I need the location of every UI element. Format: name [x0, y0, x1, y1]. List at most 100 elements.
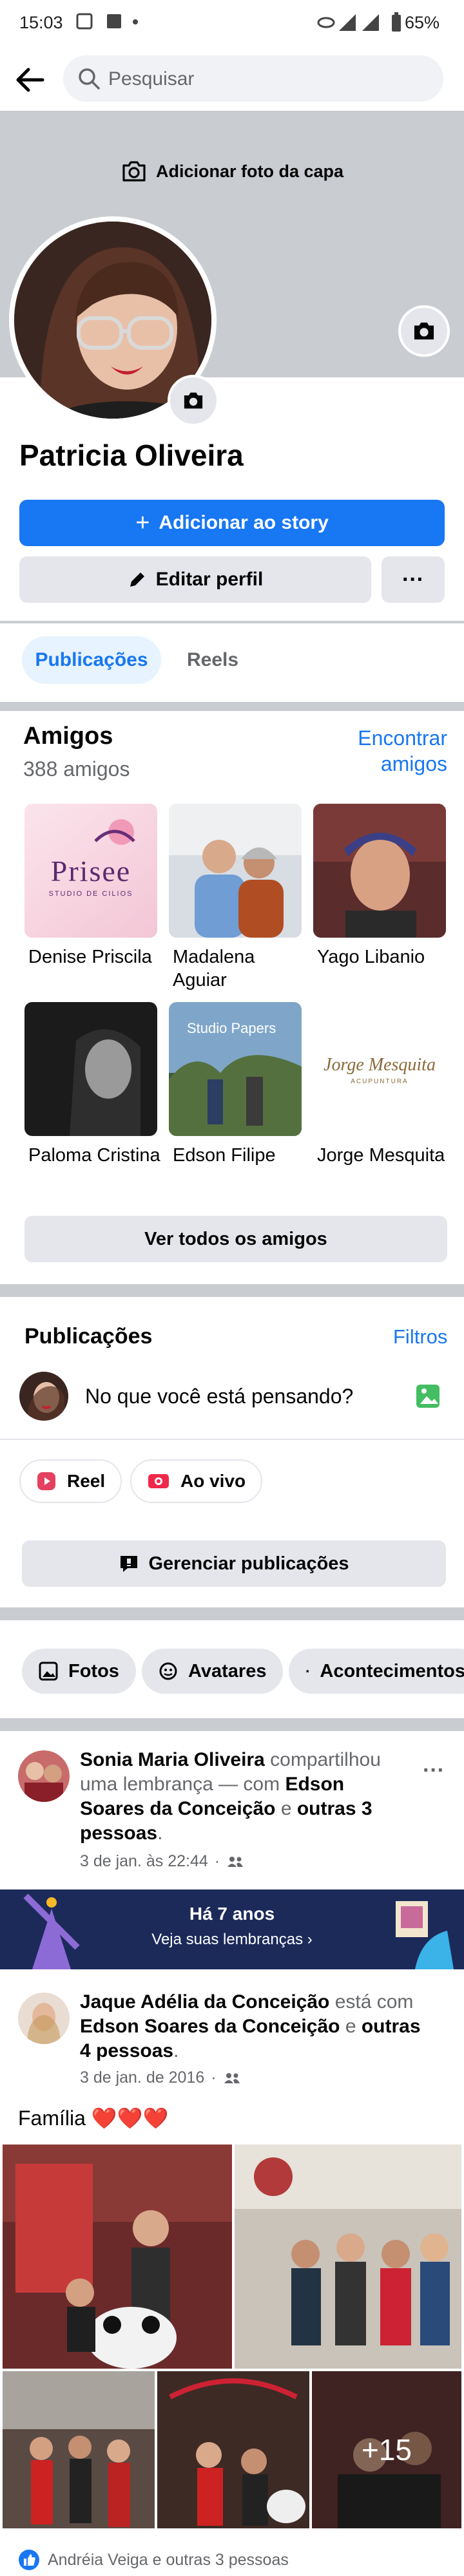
- post-photo[interactable]: [3, 2371, 155, 2528]
- friend-photo-illustration: [24, 1002, 157, 1136]
- chat-bubble-icon: [121, 1556, 138, 1572]
- post-photo[interactable]: +15: [312, 2371, 461, 2528]
- post-author-name[interactable]: Jaque Adélia da Conceição: [80, 1991, 329, 2012]
- memory-decoration: [23, 1893, 80, 1969]
- photo-gallery-icon[interactable]: [415, 1383, 441, 1412]
- dot-separator: ·: [211, 2069, 217, 2087]
- find-friends-link[interactable]: Encontrar amigos: [342, 725, 447, 777]
- back-arrow-icon[interactable]: [13, 63, 46, 100]
- manage-posts-button[interactable]: Gerenciar publicações: [22, 1540, 446, 1587]
- friends-audience-icon: [224, 2072, 240, 2083]
- post-date[interactable]: 3 de jan. de 2016: [80, 2069, 204, 2087]
- memory-decoration: [396, 1901, 454, 1969]
- cover-camera-button[interactable]: [398, 305, 450, 357]
- photos-icon: [39, 1662, 58, 1681]
- publications-title: Publicações: [24, 1324, 153, 1349]
- add-to-story-label: Adicionar ao story: [159, 512, 329, 533]
- pencil-icon: [130, 573, 144, 587]
- post-meta: 3 de jan. às 22:44 ·: [80, 1852, 244, 1871]
- post-date[interactable]: 3 de jan. às 22:44: [80, 1852, 208, 1871]
- chip-label: Acontecimentos: [320, 1660, 464, 1681]
- friend-photo-paloma[interactable]: [24, 1002, 157, 1136]
- friend-photo-jorge[interactable]: Jorge Mesquita ACUPUNTURA: [313, 1002, 446, 1136]
- top-bar: Pesquisar: [0, 49, 464, 111]
- post-author-avatar[interactable]: [18, 1993, 70, 2044]
- like-icon: [19, 2550, 39, 2570]
- status-time: 15:03: [19, 13, 63, 32]
- friend-photo-yago[interactable]: [313, 804, 446, 938]
- friend-photo-madalena[interactable]: [169, 804, 302, 938]
- status-bar: 15:03 65%: [0, 0, 464, 49]
- section-divider: [0, 1607, 464, 1620]
- reactions-summary[interactable]: Andréia Veiga e outras 3 pessoas: [18, 2549, 289, 2571]
- add-to-story-button[interactable]: + Adicionar ao story: [19, 500, 445, 546]
- more-dots-icon: ···: [402, 567, 424, 592]
- reel-button[interactable]: Reel: [19, 1459, 122, 1503]
- post-photo[interactable]: [3, 2145, 232, 2369]
- section-divider: [0, 1718, 464, 1731]
- edit-profile-label: Editar perfil: [155, 569, 264, 590]
- dot-separator: ·: [214, 1852, 220, 1870]
- add-cover-photo-button[interactable]: Adicionar foto da capa: [121, 157, 343, 185]
- friend-name[interactable]: Paloma Cristina: [28, 1144, 164, 1167]
- friend-name[interactable]: Yago Libanio: [317, 945, 452, 969]
- section-divider: [0, 1284, 464, 1297]
- friend-name[interactable]: Edson Filipe: [173, 1144, 308, 1167]
- post-meta: 3 de jan. de 2016 ·: [80, 2069, 241, 2087]
- profile-name: Patricia Oliveira: [19, 439, 244, 472]
- star-icon: [305, 1669, 309, 1673]
- friend-name[interactable]: Jorge Mesquita: [317, 1144, 452, 1167]
- friends-audience-icon: [227, 1856, 244, 1867]
- post-author-avatar[interactable]: [18, 1750, 70, 1802]
- search-placeholder: Pesquisar: [108, 68, 195, 90]
- friend-photo-illustration: [313, 804, 446, 938]
- post-header-text: Jaque Adélia da Conceição está com Edson…: [80, 1991, 421, 2061]
- friend-photo-text: Studio Papers: [187, 1020, 276, 1036]
- chip-events[interactable]: Acontecimentos: [289, 1649, 464, 1694]
- post-menu-icon[interactable]: ···: [423, 1758, 445, 1783]
- friend-logo-subtext: STUDIO DE CILIOS: [48, 890, 133, 898]
- friend-name[interactable]: Denise Priscila: [28, 945, 164, 969]
- more-options-button[interactable]: ···: [382, 556, 445, 603]
- friend-photo-edson[interactable]: Studio Papers: [169, 1002, 302, 1136]
- friend-photo-illustration: [169, 804, 302, 938]
- tab-label: Reels: [186, 649, 239, 670]
- post-and-text: e: [280, 1798, 292, 1819]
- reel-icon: [37, 1472, 55, 1490]
- section-divider: [0, 702, 464, 711]
- chip-photos[interactable]: Fotos: [22, 1649, 136, 1694]
- tab-reels[interactable]: Reels: [174, 636, 251, 684]
- memory-banner[interactable]: Há 7 anos Veja suas lembranças ›: [0, 1889, 464, 1969]
- tab-label: Publicações: [35, 649, 148, 670]
- post-header-text: Sonia Maria Oliveira compartilhou uma le…: [80, 1749, 381, 1844]
- post-photo[interactable]: [235, 2145, 461, 2369]
- friend-name[interactable]: Madalena Aguiar: [173, 945, 308, 992]
- camera-icon: [184, 392, 203, 409]
- search-input[interactable]: Pesquisar: [63, 55, 443, 102]
- composer-input[interactable]: No que você está pensando?: [85, 1385, 353, 1408]
- camera-icon: [414, 322, 434, 340]
- friend-photo-denise[interactable]: Prisee STUDIO DE CILIOS: [24, 804, 157, 938]
- edit-profile-button[interactable]: Editar perfil: [19, 556, 371, 603]
- see-all-friends-button[interactable]: Ver todos os amigos: [24, 1216, 447, 1262]
- post-author-name[interactable]: Sonia Maria Oliveira: [80, 1749, 265, 1770]
- post-photo[interactable]: [157, 2371, 309, 2528]
- filters-link[interactable]: Filtros: [393, 1325, 447, 1349]
- post-tagged-name[interactable]: Edson Soares da Conceição: [80, 2016, 340, 2037]
- battery-level: 65%: [404, 13, 440, 32]
- signal-icons: [317, 12, 387, 37]
- reel-label: Reel: [67, 1471, 106, 1491]
- tab-publicacoes[interactable]: Publicações: [22, 636, 161, 684]
- avatar-camera-button[interactable]: [168, 375, 219, 426]
- see-all-friends-label: Ver todos os amigos: [144, 1228, 327, 1249]
- notification-icons: [76, 10, 140, 37]
- live-video-icon: [148, 1474, 169, 1488]
- chip-label: Fotos: [68, 1660, 119, 1681]
- camera-icon: [122, 161, 146, 182]
- reactions-text: Andréia Veiga e outras 3 pessoas: [48, 2550, 289, 2569]
- chip-avatars[interactable]: Avatares: [142, 1649, 284, 1694]
- friend-logo-text: Prisee: [50, 855, 131, 887]
- live-button[interactable]: Ao vivo: [130, 1459, 263, 1503]
- friend-logo-subtext: ACUPUNTURA: [351, 1078, 409, 1085]
- avatar-icon: [159, 1662, 177, 1680]
